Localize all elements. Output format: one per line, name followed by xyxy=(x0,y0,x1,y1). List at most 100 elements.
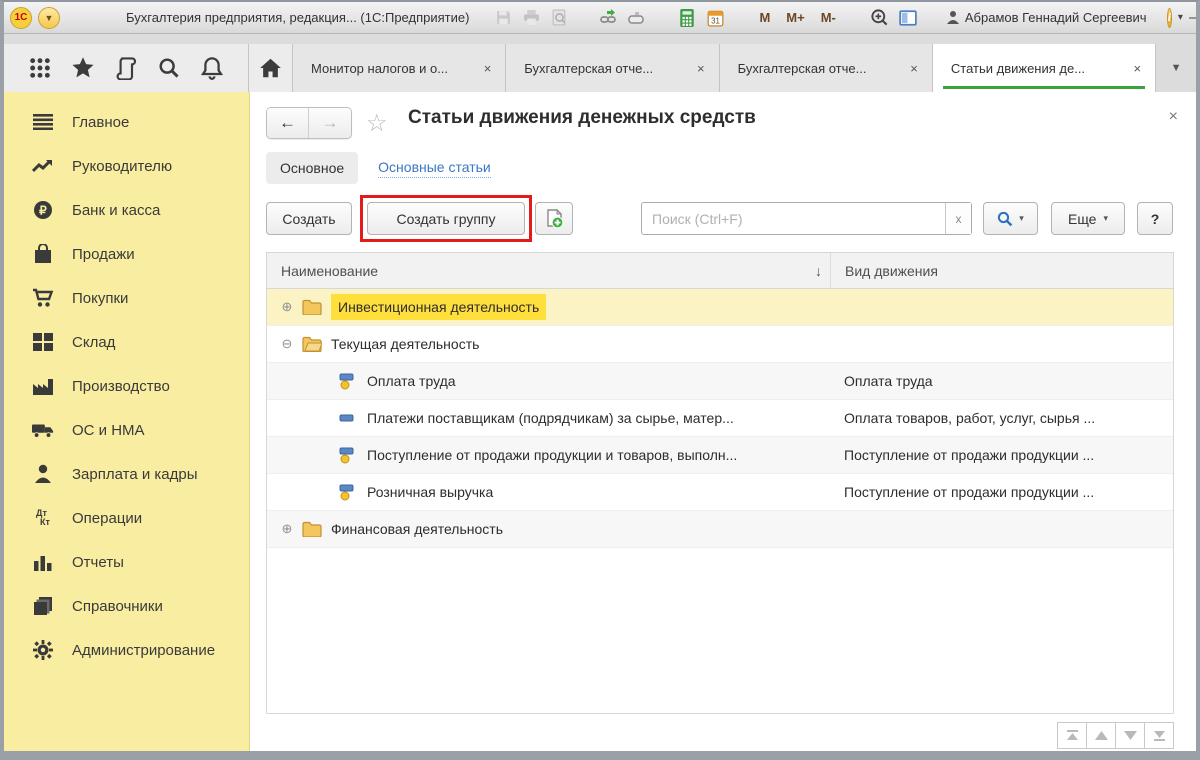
column-kind[interactable]: Вид движения xyxy=(845,263,938,279)
row-kind: Оплата товаров, работ, услуг, сырья ... xyxy=(830,410,1173,426)
search-clear-icon[interactable]: x xyxy=(945,203,971,234)
collapse-minus-icon[interactable]: ⊖ xyxy=(279,336,295,352)
tabs-overflow-button[interactable]: ▼ xyxy=(1156,44,1196,92)
help-button[interactable]: ? xyxy=(1137,202,1173,235)
memory-m-minus-button[interactable]: М- xyxy=(817,10,840,25)
forward-button[interactable]: → xyxy=(309,108,351,138)
tab-close-icon[interactable]: × xyxy=(1134,61,1142,76)
table-header: Наименование ↓ Вид движения xyxy=(267,253,1173,289)
scroll-to-bottom-button[interactable] xyxy=(1144,722,1174,749)
sidebar-item-otchety[interactable]: Отчеты xyxy=(4,540,249,584)
scroll-down-button[interactable] xyxy=(1115,722,1145,749)
sort-down-icon[interactable]: ↓ xyxy=(815,263,830,279)
sidebar-item-zarplata-i-kadry[interactable]: Зарплата и кадры xyxy=(4,452,249,496)
folder-icon xyxy=(301,519,323,539)
split-view-icon[interactable] xyxy=(898,8,918,28)
preview-icon[interactable] xyxy=(549,8,569,28)
tab-label: Бухгалтерская отче... xyxy=(524,61,687,76)
sidebar-item-label: Справочники xyxy=(72,598,163,615)
info-icon[interactable]: i xyxy=(1167,8,1172,28)
favorites-star-icon[interactable] xyxy=(70,55,96,81)
main-menu-button[interactable]: ▼ xyxy=(38,7,60,29)
column-name[interactable]: Наименование xyxy=(281,263,378,279)
tab-close-icon[interactable]: × xyxy=(910,61,918,76)
print-icon[interactable] xyxy=(521,8,541,28)
go-link-icon[interactable] xyxy=(627,8,647,28)
get-link-icon[interactable] xyxy=(599,8,619,28)
sidebar-item-spravochniki[interactable]: Справочники xyxy=(4,584,249,628)
zoom-icon[interactable] xyxy=(870,8,890,28)
save-icon[interactable] xyxy=(493,8,513,28)
tab-stati-dvizheniya[interactable]: Статьи движения де... × xyxy=(933,44,1156,92)
create-group-button[interactable]: Создать группу xyxy=(367,202,525,235)
search-input[interactable] xyxy=(642,203,945,234)
memory-m-plus-button[interactable]: М+ xyxy=(782,10,808,25)
sidebar-item-operacii[interactable]: ДтКт Операции xyxy=(4,496,249,540)
sidebar-item-proizvodstvo[interactable]: Производство xyxy=(4,364,249,408)
scroll-to-top-button[interactable] xyxy=(1057,722,1087,749)
folder-open-icon xyxy=(301,334,323,354)
cashflow-item-icon xyxy=(337,408,359,428)
sidebar-item-label: Покупки xyxy=(72,290,128,307)
subnav-osnovnoe[interactable]: Основное xyxy=(266,152,358,184)
sidebar-item-label: Операции xyxy=(72,510,142,527)
tab-close-icon[interactable]: × xyxy=(484,61,492,76)
search-icon[interactable] xyxy=(156,55,182,81)
current-user[interactable]: Абрамов Геннадий Сергеевич xyxy=(946,10,1147,25)
subnav-osnovnye-stati-link[interactable]: Основные статьи xyxy=(378,159,491,178)
sidebar-item-label: Главное xyxy=(72,114,129,131)
search-options-button[interactable]: ▾ xyxy=(983,202,1038,235)
expand-plus-icon[interactable]: ⊕ xyxy=(279,521,295,537)
create-by-copy-button[interactable] xyxy=(535,202,573,235)
sidebar-item-administrirovanie[interactable]: Администрирование xyxy=(4,628,249,672)
scroll-up-button[interactable] xyxy=(1086,722,1116,749)
dt-kt-icon: ДтКт xyxy=(32,507,54,529)
sidebar-item-sklad[interactable]: Склад xyxy=(4,320,249,364)
table-row[interactable]: ⊕ Инвестиционная деятельность xyxy=(267,289,1173,326)
form-close-icon[interactable]: × xyxy=(1169,108,1178,126)
table-row[interactable]: Поступление от продажи продукции и товар… xyxy=(267,437,1173,474)
sidebar-item-label: Склад xyxy=(72,334,115,351)
calendar-icon[interactable]: 31 xyxy=(705,8,725,28)
sidebar-item-bank-i-kassa[interactable]: ₽ Банк и касса xyxy=(4,188,249,232)
sidebar-item-glavnoe[interactable]: Главное xyxy=(4,100,249,144)
sidebar-item-label: Руководителю xyxy=(72,158,172,175)
cashflow-item-icon xyxy=(337,445,359,465)
calculator-icon[interactable] xyxy=(677,8,697,28)
more-button[interactable]: Еще ▾ xyxy=(1051,202,1125,235)
title-bar: 1С ▼ Бухгалтерия предприятия, редакция..… xyxy=(4,2,1196,34)
notifications-bell-icon[interactable] xyxy=(199,55,225,81)
window-title: Бухгалтерия предприятия, редакция... (1С… xyxy=(126,10,469,25)
row-name: Финансовая деятельность xyxy=(331,521,503,537)
tab-close-icon[interactable]: × xyxy=(697,61,705,76)
items-table: Наименование ↓ Вид движения ⊕ Инвестицио… xyxy=(266,252,1174,714)
sidebar-item-os-i-nma[interactable]: ОС и НМА xyxy=(4,408,249,452)
table-row[interactable]: Оплата труда Оплата труда xyxy=(267,363,1173,400)
history-icon[interactable] xyxy=(113,55,139,81)
expand-plus-icon[interactable]: ⊕ xyxy=(279,299,295,315)
tab-monitor-nalogov[interactable]: Монитор налогов и о... × xyxy=(293,44,506,92)
trend-chart-icon xyxy=(32,155,54,177)
minimize-button[interactable]: – xyxy=(1189,9,1197,26)
form-stati-dvizheniya: ← → ☆ Статьи движения денежных средств ×… xyxy=(250,92,1200,754)
tab-buh-otchet-2[interactable]: Бухгалтерская отче... × xyxy=(720,44,933,92)
favorite-star-icon[interactable]: ☆ xyxy=(366,109,388,138)
table-row[interactable]: Платежи поставщикам (подрядчикам) за сыр… xyxy=(267,400,1173,437)
back-button[interactable]: ← xyxy=(267,108,309,138)
sidebar-item-label: Производство xyxy=(72,378,170,395)
create-button[interactable]: Создать xyxy=(266,202,352,235)
apps-menu-icon[interactable] xyxy=(27,55,53,81)
svg-text:31: 31 xyxy=(711,16,720,25)
chevron-down-icon[interactable]: ▾ xyxy=(1178,12,1183,23)
sidebar-item-pokupki[interactable]: Покупки xyxy=(4,276,249,320)
sidebar-item-label: Продажи xyxy=(72,246,135,263)
memory-m-button[interactable]: М xyxy=(755,10,774,25)
table-row[interactable]: ⊖ Текущая деятельность xyxy=(267,326,1173,363)
table-row[interactable]: Розничная выручка Поступление от продажи… xyxy=(267,474,1173,511)
warehouse-icon xyxy=(32,331,54,353)
home-tab-button[interactable] xyxy=(249,44,293,92)
sidebar-item-prodazhi[interactable]: Продажи xyxy=(4,232,249,276)
table-row[interactable]: ⊕ Финансовая деятельность xyxy=(267,511,1173,548)
sidebar-item-rukovoditelyu[interactable]: Руководителю xyxy=(4,144,249,188)
tab-buh-otchet-1[interactable]: Бухгалтерская отче... × xyxy=(506,44,719,92)
